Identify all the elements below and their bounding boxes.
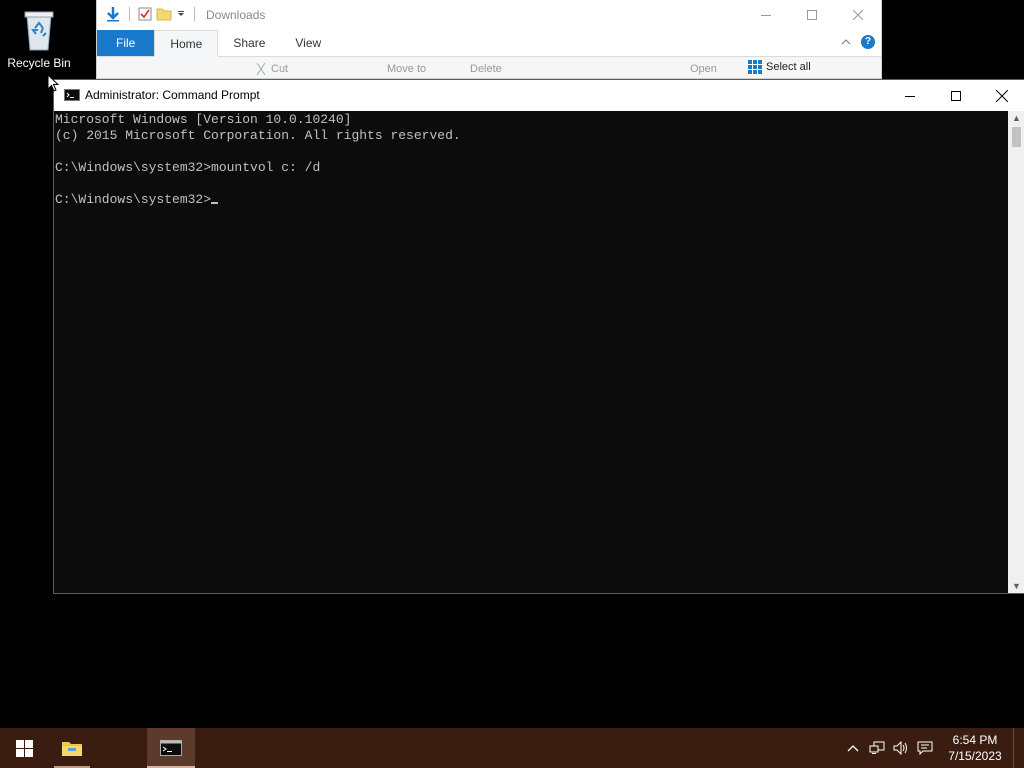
cut-label: Cut	[271, 63, 289, 75]
network-button[interactable]	[865, 728, 889, 768]
volume-icon	[893, 741, 907, 755]
command-prompt-window[interactable]: Administrator: Command Prompt Microsoft …	[53, 79, 1024, 594]
download-arrow-icon[interactable]	[105, 6, 121, 22]
select-all-label: Select all	[766, 61, 811, 73]
tab-home[interactable]: Home	[154, 30, 219, 57]
taskbar-file-explorer-button[interactable]	[50, 728, 94, 768]
cut-button[interactable]: Cut	[255, 63, 288, 75]
file-explorer-icon	[62, 742, 82, 756]
quick-access-toolbar	[105, 6, 199, 22]
explorer-title: Downloads	[206, 8, 266, 22]
recycle-bin-shortcut[interactable]: Recycle Bin	[4, 6, 74, 78]
mouse-pointer-icon	[47, 74, 59, 92]
action-center-button[interactable]	[913, 728, 937, 768]
tab-file[interactable]: File	[97, 30, 155, 56]
cmd-icon	[64, 89, 80, 101]
taskbar: 6:54 PM 7/15/2023	[0, 728, 1024, 768]
network-icon	[869, 741, 885, 754]
properties-check-icon[interactable]	[138, 7, 152, 21]
show-hidden-icons-button[interactable]	[841, 728, 865, 768]
console-prompt-line: C:\Windows\system32>	[55, 192, 212, 207]
console-line: Microsoft Windows [Version 10.0.10240]	[55, 112, 352, 127]
scroll-down-arrow-icon[interactable]: ▼	[1008, 581, 1024, 591]
show-desktop-button[interactable]	[1013, 728, 1024, 768]
scrollbar-thumb[interactable]	[1012, 127, 1021, 147]
chevron-up-icon	[847, 745, 859, 752]
ribbon-home-panel: Cut Move to Delete Open Select all	[97, 57, 881, 78]
maximize-icon	[807, 10, 817, 20]
select-all-icon	[748, 60, 762, 74]
console-output[interactable]: Microsoft Windows [Version 10.0.10240] (…	[54, 111, 1008, 593]
scroll-up-arrow-icon[interactable]: ▲	[1008, 113, 1024, 123]
console-vertical-scrollbar[interactable]: ▲ ▼	[1008, 111, 1024, 593]
clock-date: 7/15/2023	[948, 749, 1002, 763]
cmd-close-button[interactable]	[979, 80, 1024, 111]
delete-label: Delete	[470, 63, 502, 75]
taskbar-command-prompt-button[interactable]	[147, 728, 195, 768]
cmd-maximize-button[interactable]	[933, 80, 979, 111]
ribbon-tabs: File Home Share View ?	[97, 30, 881, 57]
cmd-title: Administrator: Command Prompt	[85, 88, 260, 102]
delete-button[interactable]: Delete	[470, 63, 502, 75]
explorer-minimize-button[interactable]	[743, 0, 789, 30]
chevron-up-icon[interactable]	[841, 38, 851, 46]
recycle-bin-label: Recycle Bin	[7, 56, 71, 70]
cmd-icon	[160, 740, 182, 756]
file-explorer-window[interactable]: Downloads File Home Share View ? Cut Mov…	[96, 0, 882, 79]
volume-button[interactable]	[889, 728, 913, 768]
close-icon	[996, 89, 1008, 102]
text-cursor	[211, 202, 219, 204]
select-all-button[interactable]: Select all	[748, 60, 811, 74]
tab-share[interactable]: Share	[218, 30, 280, 56]
maximize-icon	[951, 90, 961, 101]
start-button[interactable]	[0, 728, 48, 768]
minimize-icon	[761, 15, 771, 16]
minimize-icon	[905, 95, 915, 97]
windows-logo-icon	[15, 739, 33, 757]
clock-time: 6:54 PM	[952, 733, 998, 747]
move-to-label: Move to	[387, 63, 427, 75]
scissors-icon	[256, 63, 266, 75]
new-folder-icon[interactable]	[156, 7, 172, 21]
console-line: (c) 2015 Microsoft Corporation. All righ…	[55, 128, 461, 143]
explorer-maximize-button[interactable]	[789, 0, 835, 30]
taskbar-clock[interactable]: 6:54 PM 7/15/2023	[937, 732, 1013, 764]
move-to-button[interactable]: Move to	[387, 63, 426, 75]
cmd-titlebar[interactable]: Administrator: Command Prompt	[54, 80, 1024, 111]
explorer-close-button[interactable]	[835, 0, 881, 30]
action-center-icon	[917, 741, 933, 755]
open-button[interactable]: Open	[690, 63, 717, 75]
recycle-bin-icon	[24, 11, 54, 51]
open-label: Open	[690, 63, 717, 75]
close-icon	[853, 10, 863, 20]
chevron-down-icon[interactable]	[176, 9, 186, 19]
console-line: C:\Windows\system32>mountvol c: /d	[55, 160, 321, 175]
tab-view[interactable]: View	[280, 30, 336, 56]
explorer-titlebar[interactable]: Downloads	[97, 0, 881, 30]
system-tray: 6:54 PM 7/15/2023	[841, 728, 1024, 768]
cmd-minimize-button[interactable]	[887, 80, 933, 111]
help-icon[interactable]: ?	[861, 35, 875, 49]
